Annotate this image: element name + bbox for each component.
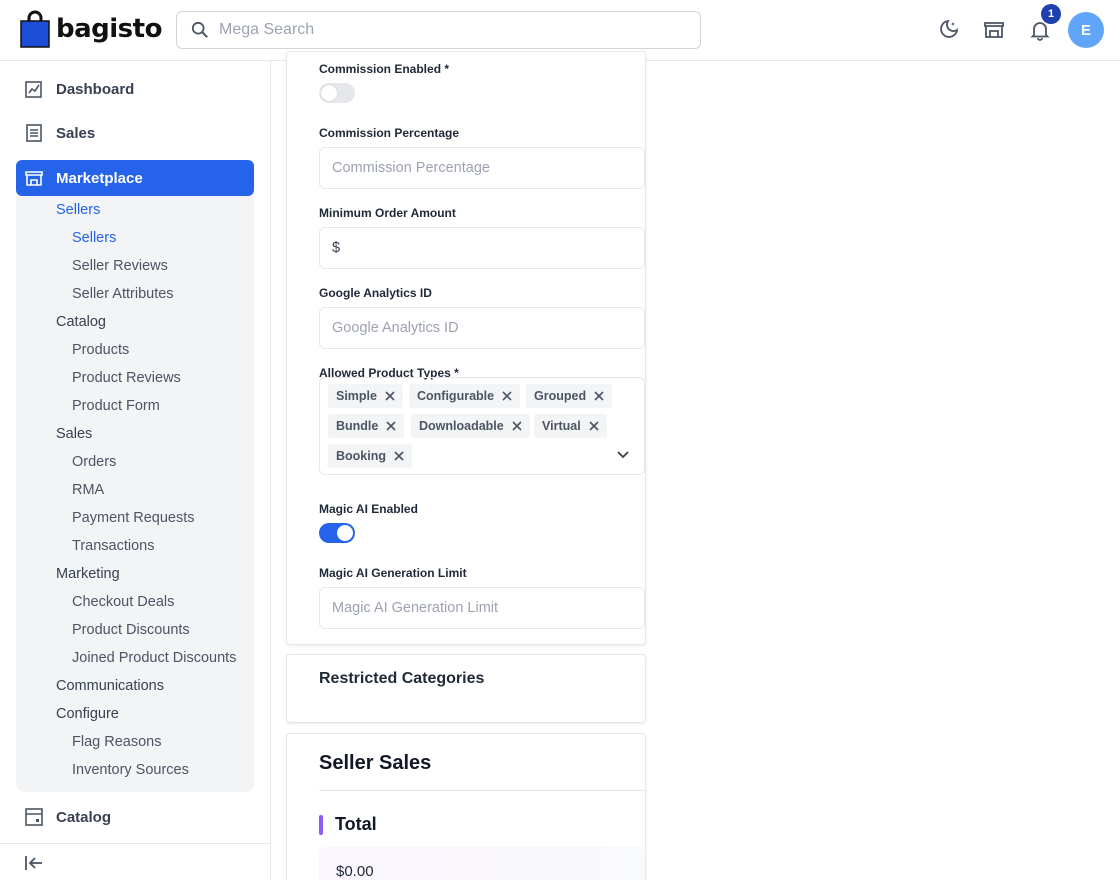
tag-chip: Booking xyxy=(328,444,412,468)
tag-label: Simple xyxy=(336,389,377,403)
sidebar-item-sales[interactable]: Sales xyxy=(16,115,254,151)
user-avatar[interactable]: E xyxy=(1068,12,1104,48)
total-value-box: $0.00 xyxy=(319,847,645,880)
marketplace-submenu: Sellers Sellers Seller Reviews Seller At… xyxy=(16,196,254,792)
tag-chip: Grouped xyxy=(526,384,613,408)
tag-label: Bundle xyxy=(336,419,379,433)
submenu-item[interactable]: RMA xyxy=(72,482,104,498)
submenu-item[interactable]: Product Form xyxy=(72,398,160,414)
restricted-categories-card: Restricted Categories xyxy=(286,654,646,723)
sidebar-item-label: Catalog xyxy=(56,808,112,826)
tag-chip: Simple xyxy=(328,384,403,408)
commission-percentage-label: Commission Percentage xyxy=(319,126,460,140)
sidebar: Dashboard Sales Marketplace Sellers Sell… xyxy=(0,61,271,880)
sidebar-item-label: Sales xyxy=(56,124,96,142)
submenu-item[interactable]: Product Reviews xyxy=(72,370,181,386)
submenu-item[interactable]: Products xyxy=(72,342,129,358)
tag-chip: Virtual xyxy=(534,414,607,438)
commission-enabled-label: Commission Enabled * xyxy=(319,62,450,76)
submenu-item[interactable]: Joined Product Discounts xyxy=(72,650,236,666)
sidebar-item-marketplace[interactable]: Marketplace xyxy=(16,160,254,196)
seller-sales-title: Seller Sales xyxy=(319,752,432,774)
tag-chip: Bundle xyxy=(328,414,405,438)
brand-logo[interactable]: bagisto xyxy=(20,10,162,48)
seller-sales-card: Seller Sales Total $0.00 xyxy=(286,733,646,880)
minimum-order-label: Minimum Order Amount xyxy=(319,206,456,220)
search-icon xyxy=(191,21,208,38)
sidebar-item-label: Dashboard xyxy=(56,80,135,98)
shopping-bag-icon xyxy=(20,10,50,48)
submenu-item[interactable]: Flag Reasons xyxy=(72,734,161,750)
restricted-categories-title: Restricted Categories xyxy=(319,670,485,687)
submenu-item[interactable]: Sales xyxy=(56,426,92,442)
magic-ai-enabled-label: Magic AI Enabled xyxy=(319,502,418,516)
submenu-item[interactable]: Sellers xyxy=(72,230,116,246)
google-analytics-input[interactable] xyxy=(319,307,645,349)
submenu-item[interactable]: Communications xyxy=(56,678,164,694)
tag-chip: Configurable xyxy=(409,384,521,408)
magic-ai-enabled-toggle[interactable] xyxy=(319,523,355,543)
dark-mode-icon[interactable] xyxy=(936,18,960,42)
close-icon[interactable] xyxy=(512,421,522,431)
total-value: $0.00 xyxy=(336,863,374,880)
notification-badge: 1 xyxy=(1041,4,1061,24)
commission-percentage-input[interactable] xyxy=(319,147,645,189)
submenu-item[interactable]: Marketing xyxy=(56,566,120,582)
mega-search[interactable] xyxy=(176,11,701,49)
submenu-item[interactable]: Inventory Sources xyxy=(72,762,189,778)
sidebar-item-catalog[interactable]: Catalog xyxy=(16,799,254,835)
close-icon[interactable] xyxy=(386,421,396,431)
allowed-product-types-select[interactable]: Simple Configurable Grouped Bundle Downl… xyxy=(319,377,645,475)
submenu-item[interactable]: Transactions xyxy=(72,538,154,554)
close-icon[interactable] xyxy=(502,391,512,401)
submenu-item[interactable]: Sellers xyxy=(56,202,100,218)
sidebar-item-label: Marketplace xyxy=(56,169,143,187)
tag-label: Booking xyxy=(336,449,386,463)
tag-label: Virtual xyxy=(542,419,581,433)
google-analytics-label: Google Analytics ID xyxy=(319,286,432,300)
submenu-item[interactable]: Catalog xyxy=(56,314,106,330)
commission-enabled-toggle[interactable] xyxy=(319,83,355,103)
chevron-down-icon[interactable] xyxy=(616,448,630,462)
marketplace-icon xyxy=(25,171,43,186)
magic-ai-limit-input[interactable] xyxy=(319,587,645,629)
section-divider xyxy=(319,790,645,791)
search-input[interactable] xyxy=(219,21,679,39)
submenu-item[interactable]: Seller Attributes xyxy=(72,286,174,302)
main-content: Commission Enabled * Commission Percenta… xyxy=(271,51,1120,880)
collapse-sidebar-icon[interactable] xyxy=(24,853,44,873)
sidebar-footer-divider xyxy=(0,843,271,844)
brand-name: bagisto xyxy=(56,14,162,44)
submenu-item[interactable]: Configure xyxy=(56,706,119,722)
storefront-icon[interactable] xyxy=(982,18,1006,42)
minimum-order-input[interactable] xyxy=(319,227,645,269)
submenu-item[interactable]: Product Discounts xyxy=(72,622,190,638)
catalog-icon xyxy=(25,808,43,826)
sales-icon xyxy=(26,124,42,142)
submenu-item[interactable]: Checkout Deals xyxy=(72,594,174,610)
submenu-item[interactable]: Payment Requests xyxy=(72,510,195,526)
total-label: Total xyxy=(335,814,377,834)
submenu-item[interactable]: Orders xyxy=(72,454,116,470)
close-icon[interactable] xyxy=(589,421,599,431)
close-icon[interactable] xyxy=(394,451,404,461)
tag-chip: Downloadable xyxy=(411,414,530,438)
magic-ai-limit-label: Magic AI Generation Limit xyxy=(319,566,467,580)
total-accent-bar xyxy=(319,815,323,835)
dashboard-icon xyxy=(25,81,42,98)
submenu-item[interactable]: Seller Reviews xyxy=(72,258,168,274)
tag-label: Downloadable xyxy=(419,419,504,433)
close-icon[interactable] xyxy=(385,391,395,401)
close-icon[interactable] xyxy=(594,391,604,401)
sidebar-item-dashboard[interactable]: Dashboard xyxy=(16,71,254,107)
tag-label: Configurable xyxy=(417,389,495,403)
tag-label: Grouped xyxy=(534,389,587,403)
seller-settings-card: Commission Enabled * Commission Percenta… xyxy=(286,51,646,645)
